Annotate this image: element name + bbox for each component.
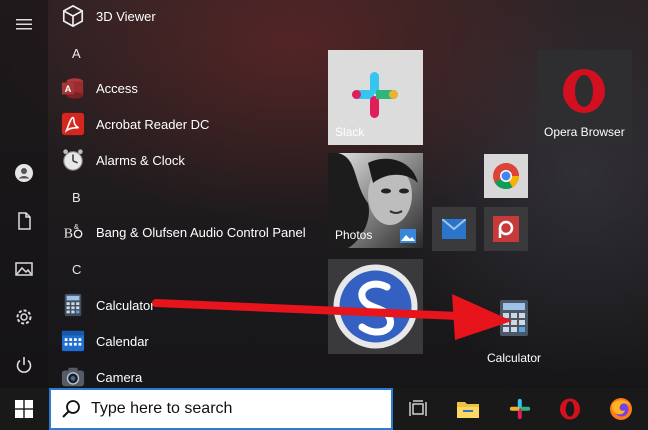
slack-icon <box>352 72 398 118</box>
access-icon: A <box>60 75 86 101</box>
calculator-icon <box>60 292 86 318</box>
camera-icon <box>60 364 86 390</box>
app-label: 3D Viewer <box>96 8 156 24</box>
power-icon[interactable] <box>6 347 42 383</box>
documents-icon[interactable] <box>6 203 42 239</box>
app-item-bang-olufsen[interactable]: B & Bang & Olufsen Audio Control Panel <box>60 214 306 250</box>
pictures-icon[interactable] <box>6 251 42 287</box>
app-label: Calendar <box>96 333 149 349</box>
chrome-icon <box>493 163 520 190</box>
calculator-icon <box>500 300 528 336</box>
bang-olufsen-icon: B & <box>60 219 86 245</box>
pocket-casts-icon <box>493 216 519 242</box>
mail-icon <box>442 219 466 239</box>
tile-calculator-dragged[interactable]: Calculator <box>478 296 550 368</box>
app-item-access[interactable]: A Access <box>60 70 138 106</box>
app-item-alarms-clock[interactable]: Alarms & Clock <box>60 142 185 178</box>
photos-icon <box>400 229 416 243</box>
calendar-icon <box>60 328 86 354</box>
tile-label: Photos <box>335 228 373 242</box>
app-item-3d-viewer[interactable]: 3D Viewer <box>60 0 156 34</box>
app-label: Camera <box>96 369 143 385</box>
settings-icon[interactable] <box>6 299 42 335</box>
tile-label: Slack <box>335 125 365 139</box>
app-list: 3D Viewer A A Access Acrobat Reader DC A… <box>48 0 318 388</box>
tile-label: Calculator <box>487 351 542 365</box>
start-menu-rail <box>0 0 48 388</box>
tile-simplenote[interactable] <box>328 259 423 354</box>
acrobat-icon <box>60 111 86 137</box>
app-label: Access <box>96 80 138 96</box>
tile-opera-browser[interactable]: Opera Browser <box>537 50 632 145</box>
svg-text:&: & <box>74 222 79 231</box>
app-item-acrobat-reader[interactable]: Acrobat Reader DC <box>60 106 209 142</box>
simplenote-icon <box>333 264 418 349</box>
alarm-clock-icon <box>60 147 86 173</box>
svg-text:A: A <box>65 84 72 94</box>
file-explorer-icon[interactable] <box>444 388 492 430</box>
app-label: Alarms & Clock <box>96 152 185 168</box>
group-letter-b[interactable]: B <box>72 190 81 205</box>
tile-mail[interactable] <box>432 207 476 251</box>
opera-icon <box>563 69 605 113</box>
tile-slack[interactable]: Slack <box>328 50 423 145</box>
firefox-icon[interactable] <box>597 388 645 430</box>
slack-icon[interactable] <box>496 388 544 430</box>
svg-text:B: B <box>64 226 73 241</box>
hamburger-menu-icon[interactable] <box>6 6 42 42</box>
tile-pocketcasts[interactable] <box>484 207 528 251</box>
user-account-icon[interactable] <box>6 155 42 191</box>
search-icon <box>62 400 80 418</box>
app-label: Bang & Olufsen Audio Control Panel <box>96 224 306 240</box>
app-item-calculator[interactable]: Calculator <box>60 287 155 323</box>
app-label: Calculator <box>96 297 155 313</box>
app-item-calendar[interactable]: Calendar <box>60 323 149 359</box>
3d-viewer-icon <box>60 3 86 29</box>
opera-icon[interactable] <box>546 388 594 430</box>
tile-photos[interactable]: Photos <box>328 153 423 248</box>
search-placeholder: Type here to search <box>91 400 233 417</box>
search-box[interactable]: Type here to search <box>49 388 393 430</box>
task-view-icon[interactable] <box>395 388 443 430</box>
group-letter-c[interactable]: C <box>72 262 81 277</box>
windows-start-icon[interactable] <box>0 388 48 430</box>
group-letter-a[interactable]: A <box>72 46 81 61</box>
app-label: Acrobat Reader DC <box>96 116 210 132</box>
taskbar: Type here to search <box>0 388 648 430</box>
tile-label: Opera Browser <box>544 125 625 139</box>
tile-chrome[interactable] <box>484 154 528 198</box>
